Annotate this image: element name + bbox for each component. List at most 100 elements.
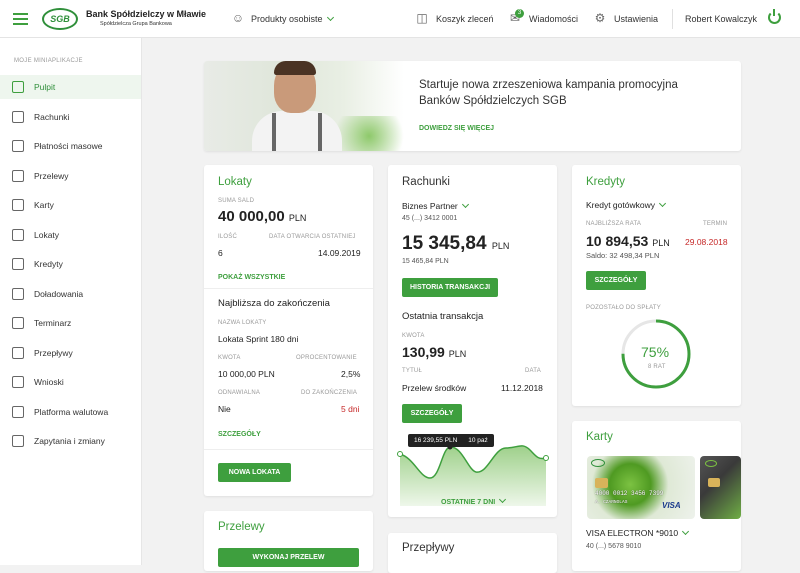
new-deposit-button[interactable]: NOWA LOKATA [218,463,291,482]
sidebar-item-label: Płatności masowe [34,141,103,151]
account-dropdown[interactable]: Biznes Partner [402,200,469,211]
card-image-next[interactable] [700,456,741,519]
deposits-count: 6 [218,248,223,258]
bank-name: Bank Spółdzielczy w Mławie [86,9,207,19]
card-icon [12,199,24,211]
last-transaction-heading: Ostatnia transakcja [402,311,484,322]
deposits-count-label: ILOŚĆ [218,234,238,240]
loan-details-button[interactable]: SZCZEGÓŁY [586,271,646,290]
sidebar-item-3[interactable]: Przelewy [0,164,141,188]
renew-label: ODNAWIALNA [218,390,261,396]
credit-icon [12,258,24,270]
sidebar-item-label: Lokaty [34,229,60,240]
deposits-date-label: DATA OTWARCIA OSTATNIEJ [269,234,356,240]
phone-icon [12,287,24,300]
available-funds: 15 465,84 PLN [402,258,449,265]
promo-photo [204,61,414,151]
deposit-amount: 10 000,00 PLN [218,369,275,379]
sidebar-item-label: Przelewy [34,170,69,181]
bank-subtitle: Spółdzielcza Grupa Bankowa [100,21,172,27]
deposits-title: Lokaty [218,176,252,188]
dashboard-icon [12,81,24,93]
tx-title: Przelew środków [402,383,467,393]
sidebar-item-10[interactable]: Wnioski [0,370,141,394]
sidebar-item-12[interactable]: Zapytania i zmiany [0,429,141,453]
period-dropdown[interactable]: OSTATNIE 7 DNI [441,495,507,506]
show-all-link[interactable]: POKAŻ WSZYSTKIE [218,274,285,281]
sidebar-item-label: Wnioski [34,377,64,387]
term-label: TERMIN [703,221,728,227]
deposit-name: Lokata Sprint 180 dni [218,334,299,344]
sidebar-item-2[interactable]: Płatności masowe [0,134,141,158]
account-name: Biznes Partner [402,201,458,211]
piggy-bank-icon [12,228,24,241]
sidebar-item-11[interactable]: Platforma walutowa [0,400,141,424]
sidebar-item-1[interactable]: Rachunki [0,105,141,129]
cashflow-title: Przepływy [402,542,455,554]
coins-icon [12,140,24,152]
products-dropdown[interactable]: Produkty osobiste [251,13,334,24]
bank-logo[interactable]: SGB [42,8,78,30]
cards-title: Karty [586,431,613,443]
deposit-name-label: NAZWA LOKATY [218,320,267,326]
calendar-icon [12,317,24,329]
sidebar-item-8[interactable]: Terminarz [0,311,141,335]
card-number: 40 (...) 5678 9010 [586,543,642,550]
installments-left: 8 RAT [648,364,666,370]
user-icon: ☺ [231,11,245,25]
account-balance: 15 345,84 PLN [402,233,510,254]
chart-point [397,451,403,457]
remaining-label: POZOSTAŁO DO SPŁATY [586,305,661,311]
settings-link[interactable]: Ustawienia [614,14,658,24]
tx-date-label: DATA [525,368,541,374]
sidebar-item-5[interactable]: Lokaty [0,223,141,247]
user-name[interactable]: Robert Kowalczyk [685,14,757,24]
amount-label: KWOTA [218,355,241,361]
loan-product: Kredyt gotówkowy [586,200,655,210]
basket-icon: ◫ [416,11,428,25]
transfer-icon [12,169,24,182]
rate-label: OPROCENTOWANIE [296,355,357,361]
card-name: VISA ELECTRON *9010 [586,528,679,538]
sidebar-item-4[interactable]: Karty [0,193,141,217]
next-rate-label: NAJBLIŻSZA RATA [586,221,642,227]
promo-link[interactable]: DOWIEDZ SIĘ WIĘCEJ [419,125,494,132]
sidebar-item-9[interactable]: Przepływy [0,341,141,365]
products-label: Produkty osobiste [251,14,323,24]
chevron-down-icon [326,13,334,22]
sidebar-item-label: Przepływy [34,347,73,358]
menu-icon[interactable] [13,13,28,25]
header-divider [672,9,673,29]
end-label: DO ZAKOŃCZENIA [301,390,358,396]
gear-icon: ⚙ [594,11,606,25]
deposits-date: 14.09.2019 [318,248,361,258]
chip-icon [595,478,608,488]
card-dropdown[interactable]: VISA ELECTRON *9010 [586,527,690,538]
loan-term: 29.08.2018 [685,237,728,247]
history-button[interactable]: HISTORIA TRANSAKCJI [402,278,498,297]
nearest-heading: Najbliższa do zakończenia [218,298,330,309]
deposits-sum-label: SUMA SALD [218,198,255,204]
sidebar-heading: MOJE MINIAPLIKACJE [14,58,83,64]
tooltip-value: 16 239,55 PLN [414,437,458,444]
tx-title-label: TYTUŁ [402,368,423,374]
sidebar-item-label: Terminarz [34,318,72,328]
sidebar-item-6[interactable]: Kredyty [0,252,141,276]
tooltip-date: 10 paź [468,437,488,444]
logout-icon[interactable] [768,9,781,24]
loan-dropdown[interactable]: Kredyt gotówkowy [586,199,667,210]
card-logo-icon [591,459,605,467]
messages-link[interactable]: Wiadomości [529,14,578,24]
cart-link[interactable]: Koszyk zleceń [436,14,494,24]
make-transfer-button[interactable]: WYKONAJ PRZELEW [218,548,359,567]
sidebar-item-7[interactable]: Doładowania [0,282,141,306]
loan-balance: Saldo: 32 498,34 PLN [586,251,660,260]
card-image[interactable]: 4000 0012 3456 7399 A. CZARNOLAS VISA [587,456,695,519]
card-logo-icon [705,460,717,467]
deposit-details-link[interactable]: SZCZEGÓŁY [218,431,261,438]
tx-details-button[interactable]: SZCZEGÓŁY [402,404,462,423]
sidebar-item-0[interactable]: Pulpit [0,75,141,99]
chevron-down-icon [682,527,690,536]
deposit-end: 5 dni [341,404,360,414]
tx-amount: 130,99 PLN [402,344,467,360]
